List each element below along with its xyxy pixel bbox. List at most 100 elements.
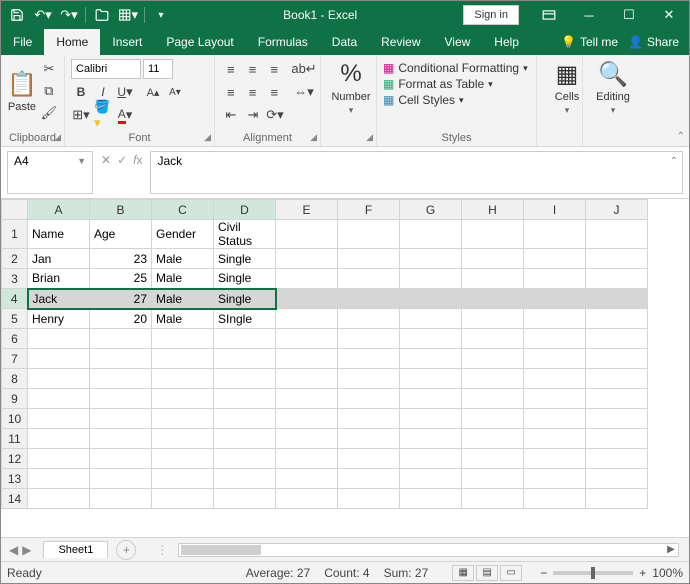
cell[interactable] xyxy=(276,220,338,249)
cell[interactable] xyxy=(462,389,524,409)
open-icon[interactable] xyxy=(92,5,112,25)
fill-color-icon[interactable]: 🪣▾ xyxy=(93,105,113,125)
row-header[interactable]: 12 xyxy=(2,449,28,469)
cell[interactable] xyxy=(400,409,462,429)
cell[interactable]: Civil Status xyxy=(214,220,276,249)
align-bottom-icon[interactable]: ≡ xyxy=(264,59,284,79)
cell[interactable] xyxy=(524,289,586,309)
cell[interactable]: Male xyxy=(152,289,214,309)
tab-view[interactable]: View xyxy=(433,29,483,55)
cell[interactable] xyxy=(524,489,586,509)
cell[interactable] xyxy=(462,329,524,349)
cell[interactable] xyxy=(338,469,400,489)
orientation-icon[interactable]: ⟳▾ xyxy=(265,105,285,125)
cell[interactable] xyxy=(152,369,214,389)
column-header[interactable]: G xyxy=(400,200,462,220)
cell[interactable]: Gender xyxy=(152,220,214,249)
cell[interactable] xyxy=(338,409,400,429)
row-header[interactable]: 14 xyxy=(2,489,28,509)
tell-me-button[interactable]: 💡 Tell me xyxy=(561,35,618,49)
row-header[interactable]: 5 xyxy=(2,309,28,329)
align-middle-icon[interactable]: ≡ xyxy=(243,59,263,79)
column-header[interactable]: F xyxy=(338,200,400,220)
cell[interactable] xyxy=(586,369,648,389)
zoom-control[interactable]: − + 100% xyxy=(540,566,683,580)
cell[interactable] xyxy=(400,329,462,349)
undo-icon[interactable]: ↶▾ xyxy=(33,5,53,25)
zoom-out-icon[interactable]: − xyxy=(540,566,547,580)
row-header[interactable]: 9 xyxy=(2,389,28,409)
cell[interactable] xyxy=(276,309,338,329)
cell[interactable] xyxy=(462,249,524,269)
cell[interactable] xyxy=(400,249,462,269)
row-header[interactable]: 11 xyxy=(2,429,28,449)
share-button[interactable]: 👤 Share xyxy=(628,35,679,49)
cell[interactable] xyxy=(214,469,276,489)
cell[interactable] xyxy=(338,220,400,249)
enter-formula-icon[interactable]: ✓ xyxy=(117,153,127,167)
page-layout-view-icon[interactable]: ▤ xyxy=(476,565,498,581)
cell[interactable] xyxy=(214,329,276,349)
cell[interactable] xyxy=(524,369,586,389)
bold-icon[interactable]: B xyxy=(71,82,91,102)
cell[interactable] xyxy=(524,329,586,349)
cell[interactable] xyxy=(400,449,462,469)
cell[interactable] xyxy=(152,409,214,429)
cell[interactable] xyxy=(338,389,400,409)
font-name-input[interactable] xyxy=(71,59,141,79)
tab-page-layout[interactable]: Page Layout xyxy=(154,29,245,55)
alignment-launcher-icon[interactable]: ◢ xyxy=(310,132,317,143)
row-header[interactable]: 4 xyxy=(2,289,28,309)
cell[interactable] xyxy=(586,469,648,489)
wrap-text-icon[interactable]: ab↵ xyxy=(294,59,314,79)
tab-formulas[interactable]: Formulas xyxy=(246,29,320,55)
cell[interactable] xyxy=(524,220,586,249)
cell[interactable]: Brian xyxy=(28,269,90,289)
cell[interactable] xyxy=(90,349,152,369)
cell[interactable]: Male xyxy=(152,249,214,269)
cell[interactable] xyxy=(90,429,152,449)
zoom-level[interactable]: 100% xyxy=(652,566,683,580)
column-header[interactable]: I xyxy=(524,200,586,220)
cell[interactable] xyxy=(214,389,276,409)
cell[interactable] xyxy=(90,409,152,429)
cell[interactable]: SIngle xyxy=(214,309,276,329)
cell-styles-button[interactable]: ▦Cell Styles▾ xyxy=(383,93,530,107)
tab-help[interactable]: Help xyxy=(482,29,531,55)
align-right-icon[interactable]: ≡ xyxy=(264,82,284,102)
prev-sheet-icon[interactable]: ◀ xyxy=(9,543,18,557)
new-sheet-icon[interactable]: + xyxy=(116,540,136,560)
cancel-formula-icon[interactable]: ✕ xyxy=(101,153,111,167)
cell[interactable] xyxy=(524,269,586,289)
row-header[interactable]: 10 xyxy=(2,409,28,429)
cell[interactable] xyxy=(462,309,524,329)
cell[interactable] xyxy=(586,489,648,509)
cell[interactable] xyxy=(28,449,90,469)
cell[interactable] xyxy=(28,349,90,369)
tab-review[interactable]: Review xyxy=(369,29,432,55)
column-header[interactable]: J xyxy=(586,200,648,220)
cell[interactable] xyxy=(276,249,338,269)
cell[interactable] xyxy=(152,429,214,449)
cell[interactable]: 27 xyxy=(90,289,152,309)
cell[interactable] xyxy=(462,429,524,449)
next-sheet-icon[interactable]: ▶ xyxy=(22,543,31,557)
cell[interactable] xyxy=(586,449,648,469)
align-center-icon[interactable]: ≡ xyxy=(243,82,263,102)
merge-center-icon[interactable]: ⇔▾ xyxy=(294,82,314,102)
cell[interactable] xyxy=(276,329,338,349)
name-box-dropdown-icon[interactable]: ▼ xyxy=(77,154,86,166)
cell[interactable]: Male xyxy=(152,309,214,329)
name-box[interactable]: ▼ xyxy=(7,151,93,194)
clipboard-launcher-icon[interactable]: ◢ xyxy=(54,132,61,143)
cell[interactable]: Jack xyxy=(28,289,90,309)
cell[interactable] xyxy=(586,309,648,329)
cell[interactable] xyxy=(338,329,400,349)
align-top-icon[interactable]: ≡ xyxy=(221,59,241,79)
cell[interactable]: Single xyxy=(214,269,276,289)
cell[interactable] xyxy=(400,389,462,409)
ribbon-display-icon[interactable] xyxy=(529,1,569,29)
cell[interactable]: 20 xyxy=(90,309,152,329)
zoom-in-icon[interactable]: + xyxy=(639,566,646,580)
maximize-icon[interactable]: ☐ xyxy=(609,1,649,29)
